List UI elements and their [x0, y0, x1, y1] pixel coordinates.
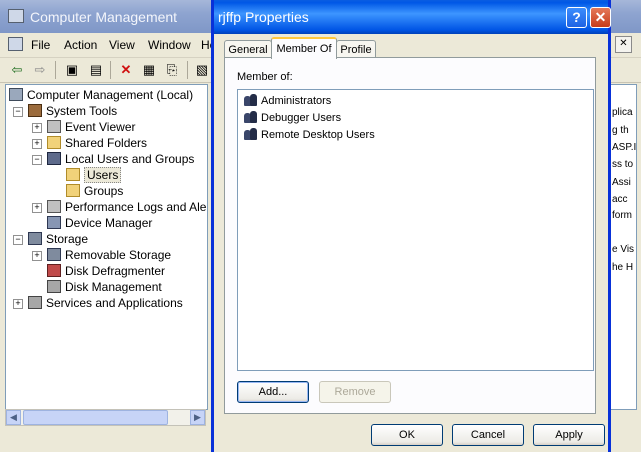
tree-horizontal-scrollbar[interactable]: ◀ ▶ [5, 409, 206, 426]
details-pane: plica g th ASP.I ss to Assi acc form e V… [608, 84, 637, 410]
tree-item-users[interactable]: Users [66, 167, 122, 183]
member-of-panel: Member of: Administrators Debugger Users… [224, 57, 596, 414]
collapse-toggle-icon[interactable]: − [13, 107, 23, 117]
collapse-toggle-icon[interactable]: − [32, 155, 42, 165]
expand-toggle-icon[interactable]: + [32, 203, 42, 213]
computer-icon [9, 88, 23, 101]
member-of-label: Member of: [237, 71, 293, 83]
toolbar-separator [187, 61, 188, 79]
dialog-titlebar[interactable]: rjffp Properties ? ✕ [214, 0, 611, 34]
details-text-fragment: e Vis [612, 244, 635, 255]
tree-item-performance-logs[interactable]: Performance Logs and Alerts [47, 199, 207, 215]
member-of-list[interactable]: Administrators Debugger Users Remote Des… [237, 89, 594, 371]
removable-storage-icon [47, 248, 61, 261]
remove-button[interactable]: Remove [319, 381, 391, 403]
export-list-icon[interactable]: ⎘ [163, 61, 181, 79]
shared-folders-icon [47, 136, 61, 149]
tree-item-groups[interactable]: Groups [66, 183, 123, 199]
up-folder-icon[interactable]: ▣ [63, 61, 81, 79]
scroll-right-icon[interactable]: ▶ [190, 410, 205, 425]
performance-icon [47, 200, 61, 213]
cm-child-close-icon[interactable]: ✕ [615, 36, 632, 53]
defrag-icon [47, 264, 61, 277]
show-hide-tree-icon[interactable]: ▤ [87, 61, 105, 79]
computer-management-icon [8, 9, 24, 23]
user-properties-dialog: rjffp Properties ? ✕ General Member Of P… [211, 0, 611, 452]
details-text-fragment: he H [612, 262, 634, 273]
list-item-remote-desktop-users[interactable]: Remote Desktop Users [244, 127, 375, 143]
details-text-fragment: ss to [612, 159, 634, 170]
group-icon [244, 128, 258, 141]
expand-toggle-icon[interactable]: + [32, 139, 42, 149]
tree-item-computer-management[interactable]: Computer Management (Local) [9, 87, 193, 103]
console-tree[interactable]: Computer Management (Local) − System Too… [5, 84, 208, 410]
apply-button[interactable]: Apply [533, 424, 605, 446]
menu-window[interactable]: Window [148, 38, 191, 52]
ok-button[interactable]: OK [371, 424, 443, 446]
tree-item-disk-defragmenter[interactable]: Disk Defragmenter [47, 263, 165, 279]
cancel-button[interactable]: Cancel [452, 424, 524, 446]
group-icon [244, 111, 258, 124]
back-arrow-icon[interactable]: ⇦ [8, 61, 26, 79]
folder-open-icon [66, 168, 80, 181]
users-groups-icon [47, 152, 61, 165]
details-text-fragment: g th [612, 125, 629, 136]
cm-window-title: Computer Management [30, 9, 178, 25]
event-viewer-icon [47, 120, 61, 133]
tree-item-services-and-applications[interactable]: Services and Applications [28, 295, 183, 311]
help-toolbar-icon[interactable]: ▧ [193, 61, 211, 79]
tools-icon [28, 104, 42, 117]
list-item-administrators[interactable]: Administrators [244, 93, 331, 109]
menu-file[interactable]: File [31, 38, 50, 52]
group-icon [244, 94, 258, 107]
forward-arrow-icon[interactable]: ⇨ [31, 61, 49, 79]
expand-toggle-icon[interactable]: + [32, 251, 42, 261]
toolbar-separator [55, 61, 56, 79]
scroll-thumb[interactable] [23, 410, 168, 425]
folder-icon [66, 184, 80, 197]
tab-profile[interactable]: Profile [336, 40, 376, 58]
disk-management-icon [47, 280, 61, 293]
expand-toggle-icon[interactable]: + [13, 299, 23, 309]
tree-item-system-tools[interactable]: System Tools [28, 103, 117, 119]
device-manager-icon [47, 216, 61, 229]
tree-item-local-users-and-groups[interactable]: Local Users and Groups [47, 151, 194, 167]
details-text-fragment: plica [612, 107, 633, 118]
menu-action[interactable]: Action [64, 38, 97, 52]
delete-icon[interactable]: ✕ [117, 61, 135, 79]
properties-icon[interactable]: ▦ [140, 61, 158, 79]
details-text-fragment: form [612, 210, 632, 221]
details-text-fragment: Assi [612, 177, 631, 188]
dialog-title: rjffp Properties [218, 9, 309, 25]
tree-item-removable-storage[interactable]: Removable Storage [47, 247, 171, 263]
system-menu-icon[interactable] [8, 37, 23, 51]
collapse-toggle-icon[interactable]: − [13, 235, 23, 245]
services-icon [28, 296, 42, 309]
scroll-left-icon[interactable]: ◀ [6, 410, 21, 425]
toolbar-separator [110, 61, 111, 79]
details-text-fragment: acc [612, 194, 628, 205]
tab-strip: General Member Of Profile [214, 36, 608, 59]
tree-item-storage[interactable]: Storage [28, 231, 88, 247]
storage-icon [28, 232, 42, 245]
tree-item-device-manager[interactable]: Device Manager [47, 215, 152, 231]
tree-item-shared-folders[interactable]: Shared Folders [47, 135, 147, 151]
details-text-fragment: ASP.I [612, 142, 637, 153]
tree-item-event-viewer[interactable]: Event Viewer [47, 119, 135, 135]
tree-item-disk-management[interactable]: Disk Management [47, 279, 162, 295]
menu-view[interactable]: View [109, 38, 135, 52]
add-button[interactable]: Add... [237, 381, 309, 403]
help-icon[interactable]: ? [566, 7, 587, 28]
tab-general[interactable]: General [224, 40, 272, 58]
expand-toggle-icon[interactable]: + [32, 123, 42, 133]
tab-member-of[interactable]: Member Of [271, 37, 337, 59]
close-icon[interactable]: ✕ [590, 7, 611, 28]
list-item-debugger-users[interactable]: Debugger Users [244, 110, 341, 126]
